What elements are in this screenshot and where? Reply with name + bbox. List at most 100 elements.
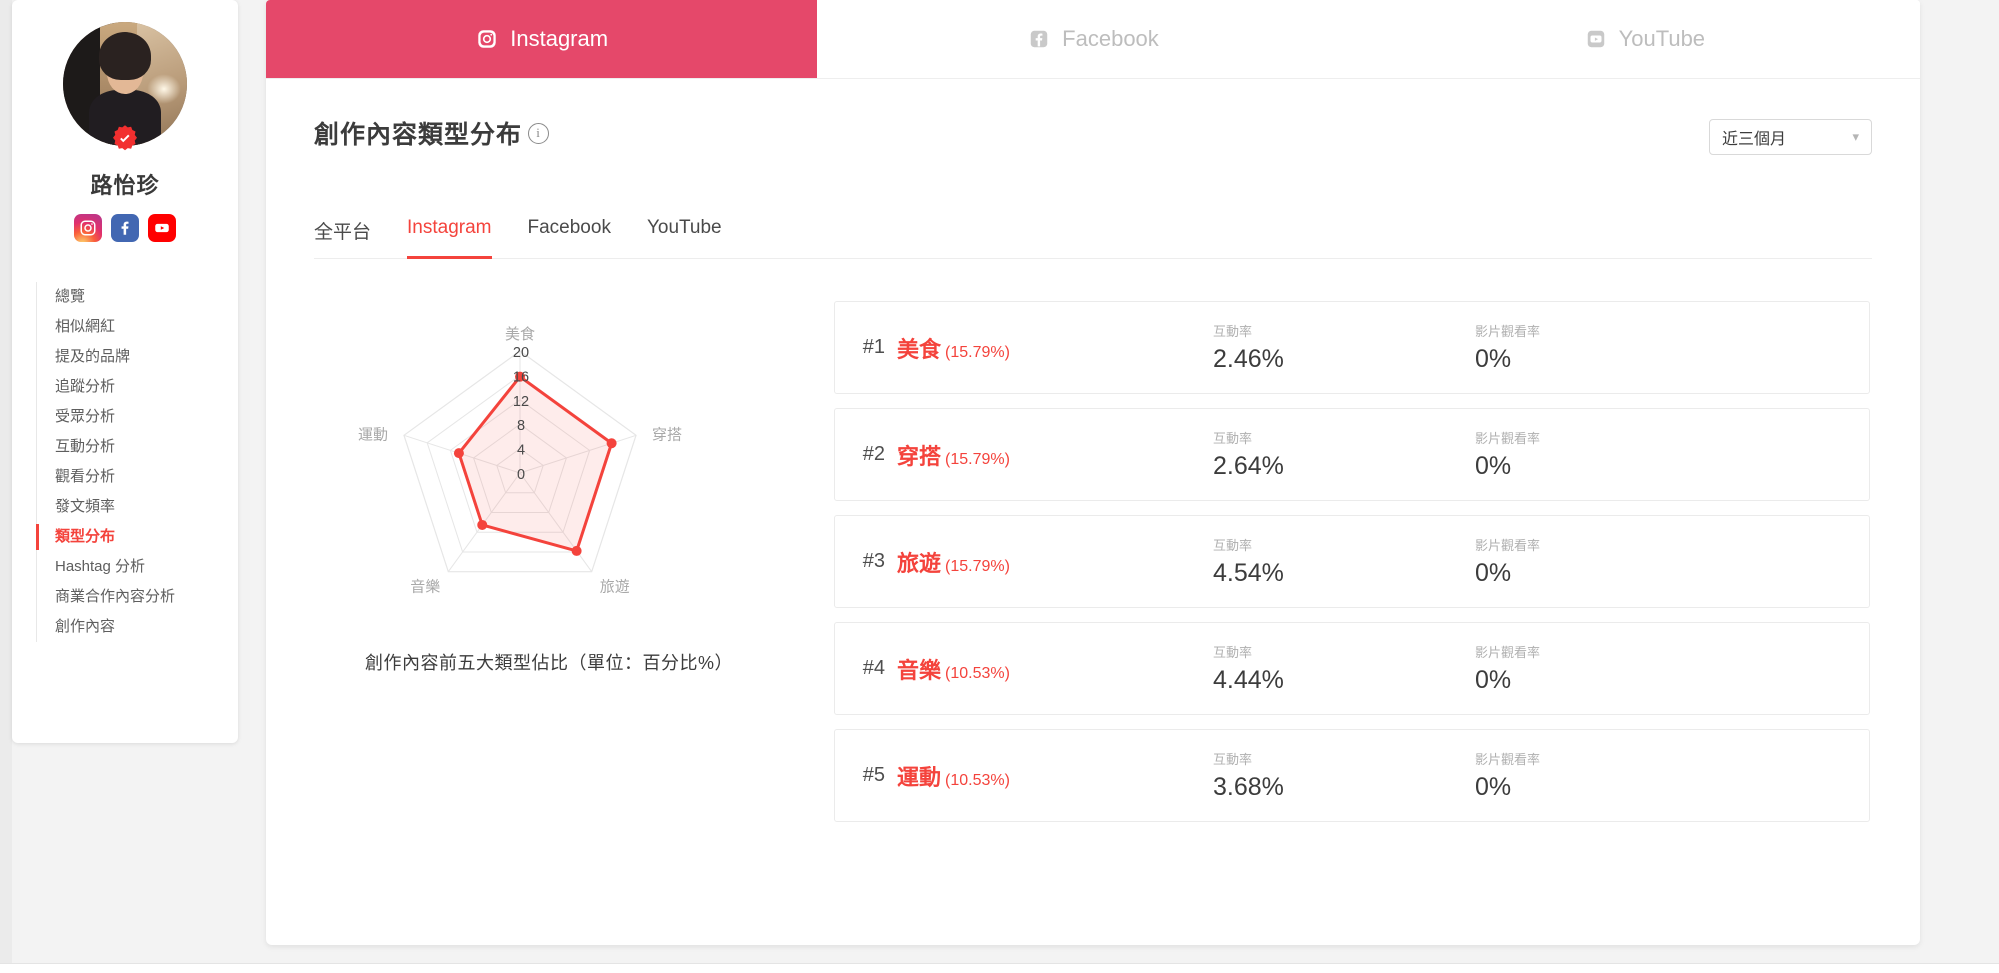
sidebar-item-engagement-analysis[interactable]: 互動分析 [37, 432, 238, 462]
sidebar-item-label: 總覽 [55, 288, 86, 305]
tab-label: Instagram [510, 26, 609, 51]
sidebar-item-hashtag-analysis[interactable]: Hashtag 分析 [37, 552, 238, 582]
sidebar-item-label: Hashtag 分析 [55, 558, 146, 575]
subtab-label: YouTube [646, 217, 722, 238]
verified-badge-icon [113, 125, 137, 151]
rank-number: #4 [862, 657, 885, 679]
rank-number: #5 [862, 764, 885, 786]
table-row[interactable]: #3 旅遊 (15.79%) 互動率 4.54% 影片觀看率 0% [834, 515, 1870, 608]
content-row: 0 4 8 12 16 20 美食 穿搭 旅遊 音樂 運動 創作內容前五大類型佔比（單位：百分比%）… [314, 301, 1872, 822]
rank-number: #3 [862, 550, 885, 572]
metric-value: 0% [1475, 559, 1512, 587]
metric-value: 4.54% [1213, 559, 1284, 587]
profile-name: 路怡珍 [90, 173, 160, 198]
table-row[interactable]: #5 運動 (10.53%) 互動率 3.68% 影片觀看率 0% [834, 729, 1870, 822]
rank-number: #2 [862, 443, 885, 465]
category-name: 美食 [897, 336, 942, 362]
svg-text:運動: 運動 [358, 426, 388, 443]
sidebar-item-post-frequency[interactable]: 發文頻率 [37, 492, 238, 522]
category-name: 運動 [897, 764, 942, 790]
sidebar-item-created-content[interactable]: 創作內容 [37, 612, 238, 642]
sidebar-item-overview[interactable]: 總覽 [37, 282, 238, 312]
category-name: 旅遊 [897, 550, 942, 576]
app-root: 路怡珍 總覽 相似網紅 提及的品牌 追蹤分析 受眾分析 互動分析 觀看分析 發文… [0, 0, 1999, 973]
ranking-list: #1 美食 (15.79%) 互動率 2.46% 影片觀看率 0% #2 穿搭 … [814, 301, 1872, 822]
metric-view-rate: 影片觀看率 0% [1475, 321, 1737, 374]
chevron-down-icon: ▾ [1852, 129, 1859, 144]
metric-label: 影片觀看率 [1475, 324, 1541, 339]
avatar-wrapper [63, 22, 187, 151]
sidebar-item-mentioned-brands[interactable]: 提及的品牌 [37, 342, 238, 372]
svg-text:12: 12 [513, 394, 529, 410]
sidebar-item-follower-analysis[interactable]: 追蹤分析 [37, 372, 238, 402]
svg-text:16: 16 [513, 369, 529, 385]
metric-value: 2.64% [1213, 452, 1284, 480]
subtab-youtube[interactable]: YouTube [647, 217, 722, 258]
metric-label: 互動率 [1213, 431, 1253, 446]
info-icon[interactable]: i [528, 122, 550, 144]
subtab-instagram[interactable]: Instagram [407, 217, 492, 259]
social-links [12, 214, 238, 242]
tab-label: YouTube [1618, 26, 1706, 51]
svg-text:音樂: 音樂 [410, 579, 440, 596]
category-share: (15.79%) [945, 450, 1010, 468]
table-row[interactable]: #2 穿搭 (15.79%) 互動率 2.64% 影片觀看率 0% [834, 408, 1870, 501]
main-panel: Instagram Facebook YouTube 創作內容類型分布 i 近三… [266, 0, 1920, 945]
sidebar-item-similar-influencers[interactable]: 相似網紅 [37, 312, 238, 342]
instagram-icon [475, 27, 499, 51]
sidebar-item-label: 觀看分析 [55, 468, 116, 485]
page-title-text: 創作內容類型分布 [314, 121, 523, 149]
metric-value: 3.68% [1213, 773, 1284, 801]
tab-facebook[interactable]: Facebook [817, 0, 1369, 78]
metric-value: 0% [1475, 666, 1512, 694]
date-range-value: 近三個月 [1722, 131, 1787, 148]
category-share: (15.79%) [945, 557, 1010, 575]
subtab-label: 全平台 [314, 222, 372, 243]
metric-label: 影片觀看率 [1475, 538, 1541, 553]
table-row[interactable]: #1 美食 (15.79%) 互動率 2.46% 影片觀看率 0% [834, 301, 1870, 394]
subtab-facebook[interactable]: Facebook [528, 217, 611, 258]
sidebar-item-label: 追蹤分析 [55, 378, 116, 395]
metric-view-rate: 影片觀看率 0% [1475, 642, 1737, 695]
date-range-select[interactable]: 近三個月 ▾ [1709, 119, 1872, 155]
radar-chart-column: 0 4 8 12 16 20 美食 穿搭 旅遊 音樂 運動 創作內容前五大類型佔比（單位：百分比%） [314, 301, 814, 822]
svg-text:20: 20 [513, 345, 529, 361]
sidebar-item-audience-analysis[interactable]: 受眾分析 [37, 402, 238, 432]
sidebar-item-label: 互動分析 [55, 438, 116, 455]
youtube-icon [1584, 27, 1608, 51]
youtube-icon[interactable] [148, 214, 176, 242]
rank-category: 美食 (15.79%) [897, 332, 1213, 364]
metric-label: 影片觀看率 [1475, 645, 1541, 660]
category-share: (15.79%) [945, 343, 1010, 361]
radar-chart: 0 4 8 12 16 20 美食 穿搭 旅遊 音樂 運動 [308, 305, 788, 635]
table-row[interactable]: #4 音樂 (10.53%) 互動率 4.44% 影片觀看率 0% [834, 622, 1870, 715]
metric-view-rate: 影片觀看率 0% [1475, 749, 1737, 802]
sidebar-item-branded-content-analysis[interactable]: 商業合作內容分析 [37, 582, 238, 612]
sidebar-menu: 總覽 相似網紅 提及的品牌 追蹤分析 受眾分析 互動分析 觀看分析 發文頻率 類… [12, 282, 238, 642]
rank-number: #1 [862, 336, 885, 358]
metric-engagement: 互動率 2.64% [1213, 428, 1475, 481]
metric-label: 互動率 [1213, 752, 1253, 767]
platform-tabbar: Instagram Facebook YouTube [266, 0, 1920, 79]
sidebar-item-label: 商業合作內容分析 [55, 588, 176, 605]
subtab-all-platforms[interactable]: 全平台 [314, 217, 371, 258]
svg-text:旅遊: 旅遊 [600, 579, 630, 596]
metric-engagement: 互動率 3.68% [1213, 749, 1475, 802]
metric-view-rate: 影片觀看率 0% [1475, 428, 1737, 481]
tab-youtube[interactable]: YouTube [1368, 0, 1920, 78]
metric-engagement: 互動率 4.44% [1213, 642, 1475, 695]
metric-label: 影片觀看率 [1475, 431, 1541, 446]
tab-instagram[interactable]: Instagram [266, 0, 818, 78]
sidebar: 路怡珍 總覽 相似網紅 提及的品牌 追蹤分析 受眾分析 互動分析 觀看分析 發文… [12, 0, 238, 743]
metric-label: 互動率 [1213, 538, 1253, 553]
metric-label: 互動率 [1213, 645, 1253, 660]
tab-label: Facebook [1062, 26, 1159, 51]
category-name: 穿搭 [897, 443, 942, 469]
sidebar-item-type-distribution[interactable]: 類型分布 [36, 522, 238, 552]
instagram-icon[interactable] [74, 214, 102, 242]
rank-category: 穿搭 (15.79%) [897, 439, 1213, 471]
metric-value: 0% [1475, 345, 1512, 373]
sidebar-item-view-analysis[interactable]: 觀看分析 [37, 462, 238, 492]
svg-text:美食: 美食 [505, 326, 535, 343]
facebook-icon[interactable] [111, 214, 139, 242]
